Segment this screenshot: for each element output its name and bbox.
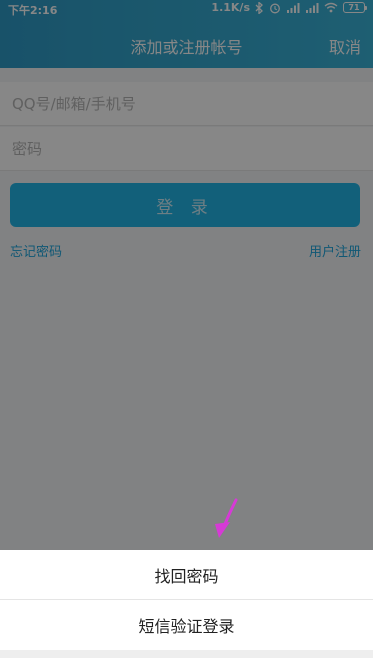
sms-login-option[interactable]: 短信验证登录 (0, 600, 373, 650)
retrieve-password-option[interactable]: 找回密码 (0, 550, 373, 600)
sheet-bottom-strip (0, 650, 373, 658)
annotation-arrow-icon (215, 498, 238, 538)
action-sheet: 找回密码 短信验证登录 (0, 550, 373, 658)
